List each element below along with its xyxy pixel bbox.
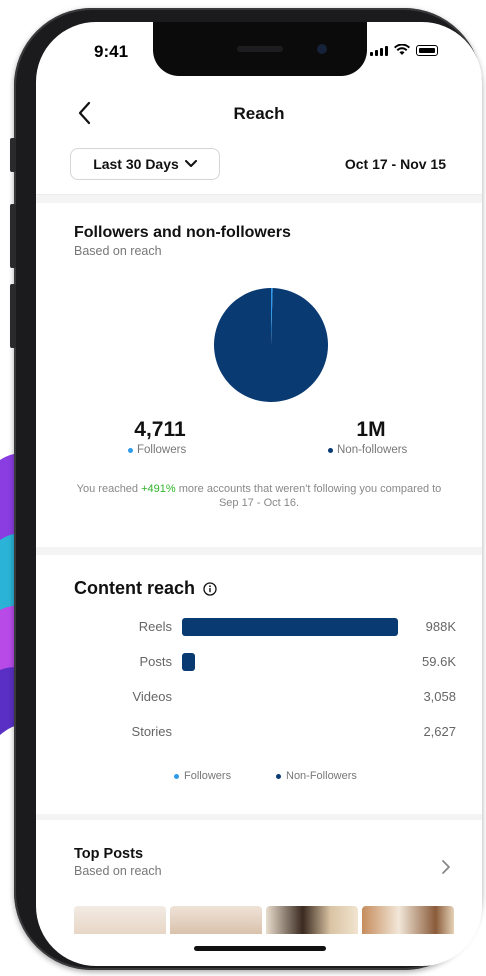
followers-label: Followers — [137, 444, 187, 456]
section-divider — [36, 547, 482, 555]
non-followers-legend: Non-followers — [328, 444, 407, 456]
chevron-down-icon — [184, 160, 197, 167]
reach-row-label: Stories — [131, 724, 172, 739]
non-followers-dot — [328, 447, 333, 453]
content-reach-title: Content reach — [74, 578, 217, 599]
section-divider — [36, 195, 482, 203]
followers-count: 4,711 — [134, 418, 186, 441]
legend-non-followers: Non-Followers — [276, 770, 357, 782]
signal-icon — [370, 46, 388, 56]
top-posts-thumbnails — [74, 906, 454, 934]
reach-bar-reels — [182, 618, 398, 636]
nav-bar: Reach — [36, 94, 482, 134]
chevron-right-icon[interactable] — [440, 858, 452, 876]
status-time: 9:41 — [94, 42, 129, 61]
info-icon[interactable] — [203, 581, 217, 596]
followers-dot — [128, 447, 133, 453]
post-thumbnail[interactable] — [170, 906, 262, 934]
wifi-icon — [394, 44, 410, 55]
reach-bar-posts — [182, 653, 196, 671]
pie-slice-non-followers — [214, 288, 328, 402]
followers-legend: Followers — [128, 444, 186, 456]
top-posts-subtitle: Based on reach — [74, 864, 162, 878]
filter-row: Last 30 Days Oct 17 - Nov 15 — [36, 142, 482, 195]
reach-row-label: Videos — [132, 689, 172, 704]
section-divider — [36, 814, 482, 820]
post-thumbnail[interactable] — [266, 906, 358, 934]
app-screen: 9:41 Reach Last 30 Days Oct 17 - Nov 15 … — [36, 22, 482, 966]
date-range-text: Oct 17 - Nov 15 — [344, 156, 446, 172]
date-range-dropdown[interactable]: Last 30 Days — [70, 148, 220, 180]
home-indicator[interactable] — [194, 946, 326, 951]
reach-comparison-note: You reached +491% more accounts that wer… — [76, 483, 442, 509]
followers-pie-chart — [214, 288, 328, 402]
date-range-label: Last 30 Days — [93, 156, 179, 172]
reach-row-label: Posts — [139, 654, 172, 669]
post-thumbnail[interactable] — [362, 906, 454, 934]
battery-icon — [416, 45, 438, 56]
reach-row-value: 59.6K — [422, 654, 456, 669]
notch — [153, 22, 367, 76]
followers-section-title: Followers and non-followers — [74, 224, 291, 241]
reach-row-value: 988K — [425, 619, 456, 634]
page-title: Reach — [233, 104, 285, 123]
reach-row-value: 3,058 — [423, 689, 456, 704]
non-followers-label: Non-followers — [337, 444, 408, 456]
status-icons — [370, 44, 438, 56]
growth-percent: +491% — [141, 483, 176, 495]
non-followers-count: 1M — [356, 418, 386, 441]
reach-row-value: 2,627 — [423, 724, 456, 739]
post-thumbnail[interactable] — [74, 906, 166, 934]
top-posts-title: Top Posts — [74, 846, 144, 862]
phone-frame: 9:41 Reach Last 30 Days Oct 17 - Nov 15 … — [10, 8, 482, 970]
legend-followers: Followers — [174, 770, 231, 782]
reach-row-label: Reels — [138, 619, 172, 634]
followers-section-subtitle: Based on reach — [74, 244, 162, 258]
